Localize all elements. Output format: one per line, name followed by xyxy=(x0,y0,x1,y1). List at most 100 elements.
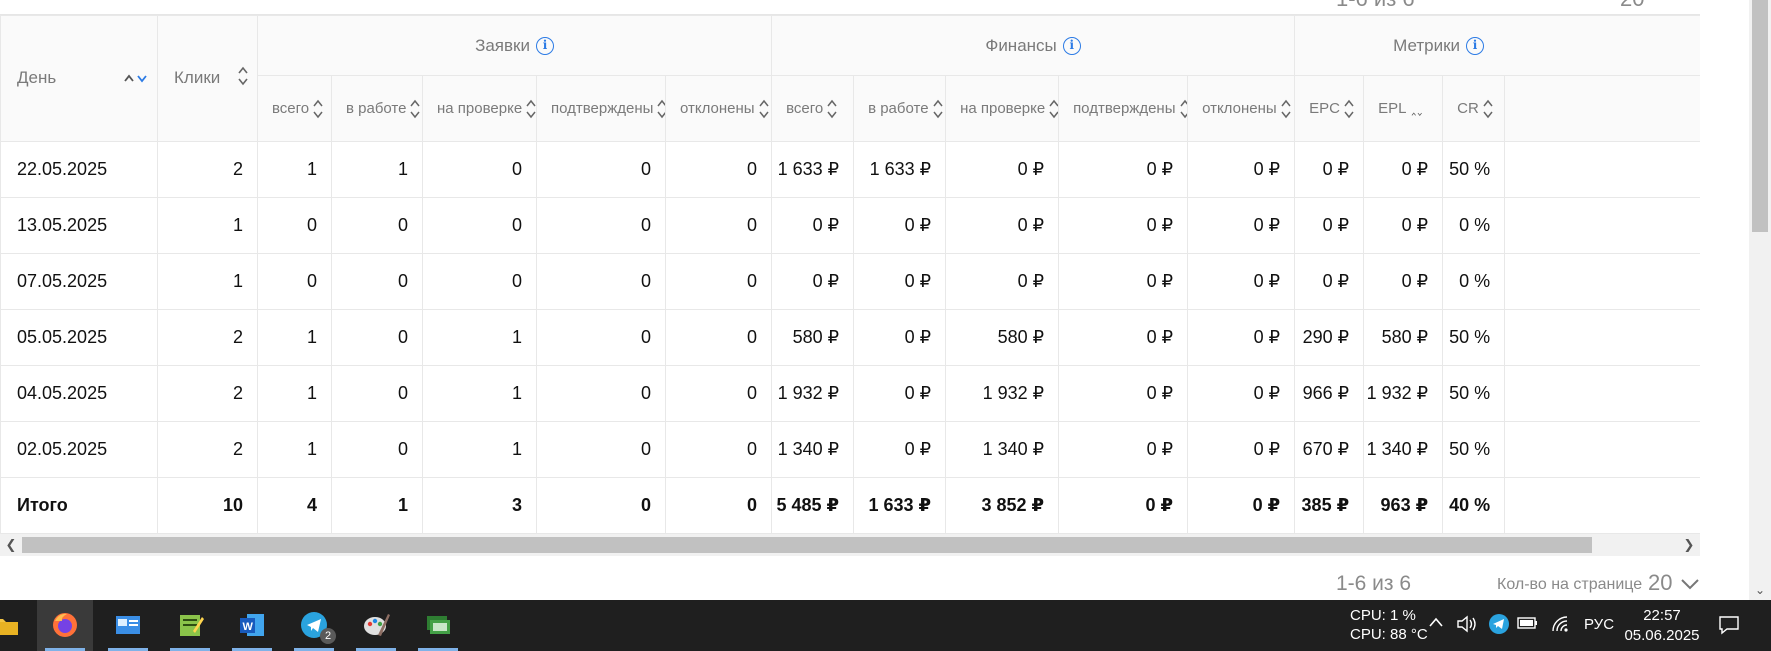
sort-icon[interactable] xyxy=(1048,98,1058,120)
sort-icon[interactable] xyxy=(826,98,838,120)
notification-icon[interactable] xyxy=(1718,614,1740,641)
column-header-label: подтверждены xyxy=(1073,99,1176,117)
per-page-select[interactable]: 20 xyxy=(1648,570,1672,596)
table-cell: 3 852 ₽ xyxy=(945,477,1060,534)
table-cell: 50 % xyxy=(1442,141,1506,198)
scroll-down-arrow-icon[interactable]: ⌄ xyxy=(1752,582,1768,598)
vertical-scrollbar[interactable]: ⌄ xyxy=(1749,0,1771,600)
svg-text:W: W xyxy=(243,621,254,633)
sort-icon[interactable] xyxy=(656,98,665,120)
table-cell: 2 xyxy=(157,141,258,198)
sort-icon[interactable] xyxy=(1411,103,1437,117)
remote-desktop-icon xyxy=(427,616,450,634)
table-cell: 0 ₽ xyxy=(1294,141,1365,198)
table-cell: 0 ₽ xyxy=(853,421,947,478)
battery-icon[interactable] xyxy=(1517,615,1539,636)
column-header-1-2[interactable]: на проверке xyxy=(945,75,1060,142)
chevron-up-icon[interactable] xyxy=(1428,615,1444,633)
column-header-label: всего xyxy=(272,99,310,117)
sort-icon[interactable] xyxy=(1482,98,1494,120)
group-header-finance: Финансы i xyxy=(771,15,1296,76)
sort-asc-desc-icon[interactable] xyxy=(123,69,149,89)
column-header-label: подтверждены xyxy=(551,99,654,117)
language-indicator[interactable]: РУС xyxy=(1584,616,1614,633)
table-cell: 0 xyxy=(664,421,773,478)
column-header-2-2[interactable]: CR xyxy=(1442,75,1506,142)
table-cell: 0 ₽ xyxy=(1187,141,1296,198)
vertical-scroll-thumb[interactable] xyxy=(1752,0,1768,232)
sort-icon[interactable] xyxy=(1280,98,1292,120)
column-header-0-1[interactable]: в работе xyxy=(331,75,423,142)
table-cell: 1 932 ₽ xyxy=(945,365,1060,422)
taskbar-app-notepad[interactable] xyxy=(162,600,218,651)
table-cell: 0 ₽ xyxy=(1058,141,1189,198)
taskbar-app-word[interactable]: W xyxy=(224,600,280,651)
word-icon: W xyxy=(240,614,264,636)
column-header-2-0[interactable]: EPC xyxy=(1294,75,1365,142)
column-header-0-0[interactable]: всего xyxy=(257,75,332,142)
taskbar-app-remote-desktop[interactable] xyxy=(410,600,466,651)
table-row: 07.05.2025 1 0 0 0 0 0 0 ₽0 ₽0 ₽0 ₽0 ₽0 ₽0 ₽0 % xyxy=(0,253,1700,310)
sort-icon[interactable] xyxy=(758,98,770,120)
table-row: 04.05.2025 2 1 0 1 0 0 1 932 ₽0 ₽1 932 ₽0 ₽0 ₽9… xyxy=(0,365,1700,422)
cpu-monitor[interactable]: CPU: 1 % CPU: 88 °C xyxy=(1350,606,1428,644)
table-cell: 0 xyxy=(422,141,537,198)
column-header-0-4[interactable]: отклонены xyxy=(664,75,773,142)
taskbar-app-explorer[interactable] xyxy=(0,600,34,651)
taskbar-app-telegram[interactable]: 2 xyxy=(286,600,342,651)
clock[interactable]: 22:57 05.06.2025 xyxy=(1623,606,1701,646)
column-header-1-4[interactable]: отклонены xyxy=(1187,75,1296,142)
column-header-label: в работе xyxy=(868,99,929,117)
column-header-0-3[interactable]: подтверждены xyxy=(536,75,666,142)
per-page-label: Кол-во на странице xyxy=(1497,576,1643,593)
column-header-label: CR xyxy=(1457,99,1479,117)
horizontal-scrollbar[interactable]: ❮ ❯ xyxy=(0,534,1700,556)
table-cell: 0 ₽ xyxy=(1058,253,1189,310)
info-icon[interactable]: i xyxy=(1466,37,1485,56)
column-header-2-1[interactable]: EPL xyxy=(1363,75,1444,142)
taskbar-app-control-panel[interactable] xyxy=(100,600,156,651)
column-header-clicks-label: Клики xyxy=(174,67,221,87)
sort-icon[interactable] xyxy=(932,98,944,120)
group-header-finance-label: Финансы xyxy=(985,35,1057,55)
table-cell: 0 ₽ xyxy=(1363,253,1444,310)
network-icon[interactable] xyxy=(1550,614,1570,639)
sort-icon[interactable] xyxy=(1179,98,1187,120)
table-cell: 0 ₽ xyxy=(853,253,947,310)
column-header-day[interactable]: День xyxy=(0,15,158,142)
taskbar-app-paint[interactable] xyxy=(348,600,404,651)
sort-icon[interactable] xyxy=(409,98,421,120)
sort-icon[interactable] xyxy=(1343,98,1355,120)
column-header-1-0[interactable]: всего xyxy=(771,75,855,142)
column-header-1-1[interactable]: в работе xyxy=(853,75,947,142)
table-cell-filler xyxy=(1504,141,1700,198)
sort-icon[interactable] xyxy=(237,64,249,93)
scroll-right-arrow-icon[interactable]: ❯ xyxy=(1681,537,1697,553)
table-cell: 2 xyxy=(157,421,258,478)
column-header-0-2[interactable]: на проверке xyxy=(422,75,537,142)
table-cell: 0 xyxy=(257,197,332,254)
sort-icon[interactable] xyxy=(312,98,324,120)
table-cell: 0 xyxy=(664,253,773,310)
table-cell: 1 932 ₽ xyxy=(1363,365,1444,422)
sort-icon[interactable] xyxy=(525,98,536,120)
table-row: 22.05.2025 2 1 1 0 0 0 1 633 ₽1 633 ₽0 ₽0 ₽0 ₽0… xyxy=(0,141,1700,198)
top-per-page-value: 20 xyxy=(1620,0,1644,12)
chevron-down-icon[interactable] xyxy=(1680,577,1700,595)
volume-icon[interactable] xyxy=(1456,614,1478,639)
column-header-clicks[interactable]: Клики xyxy=(157,15,258,142)
control-panel-icon xyxy=(116,616,140,634)
table-cell: 0 ₽ xyxy=(945,141,1060,198)
table-cell: 2 xyxy=(157,365,258,422)
scroll-left-arrow-icon[interactable]: ❮ xyxy=(3,537,19,553)
taskbar-app-firefox[interactable] xyxy=(37,600,93,651)
horizontal-scroll-thumb[interactable] xyxy=(22,537,1592,553)
telegram-tray-icon[interactable] xyxy=(1488,613,1510,640)
column-header-label: отклонены xyxy=(680,99,755,117)
table-cell: 580 ₽ xyxy=(771,309,855,366)
column-header-1-3[interactable]: подтверждены xyxy=(1058,75,1189,142)
info-icon[interactable]: i xyxy=(1062,37,1081,56)
info-icon[interactable]: i xyxy=(535,37,554,56)
table-cell-day: 22.05.2025 xyxy=(0,141,158,198)
table-cell: 3 xyxy=(422,477,537,534)
